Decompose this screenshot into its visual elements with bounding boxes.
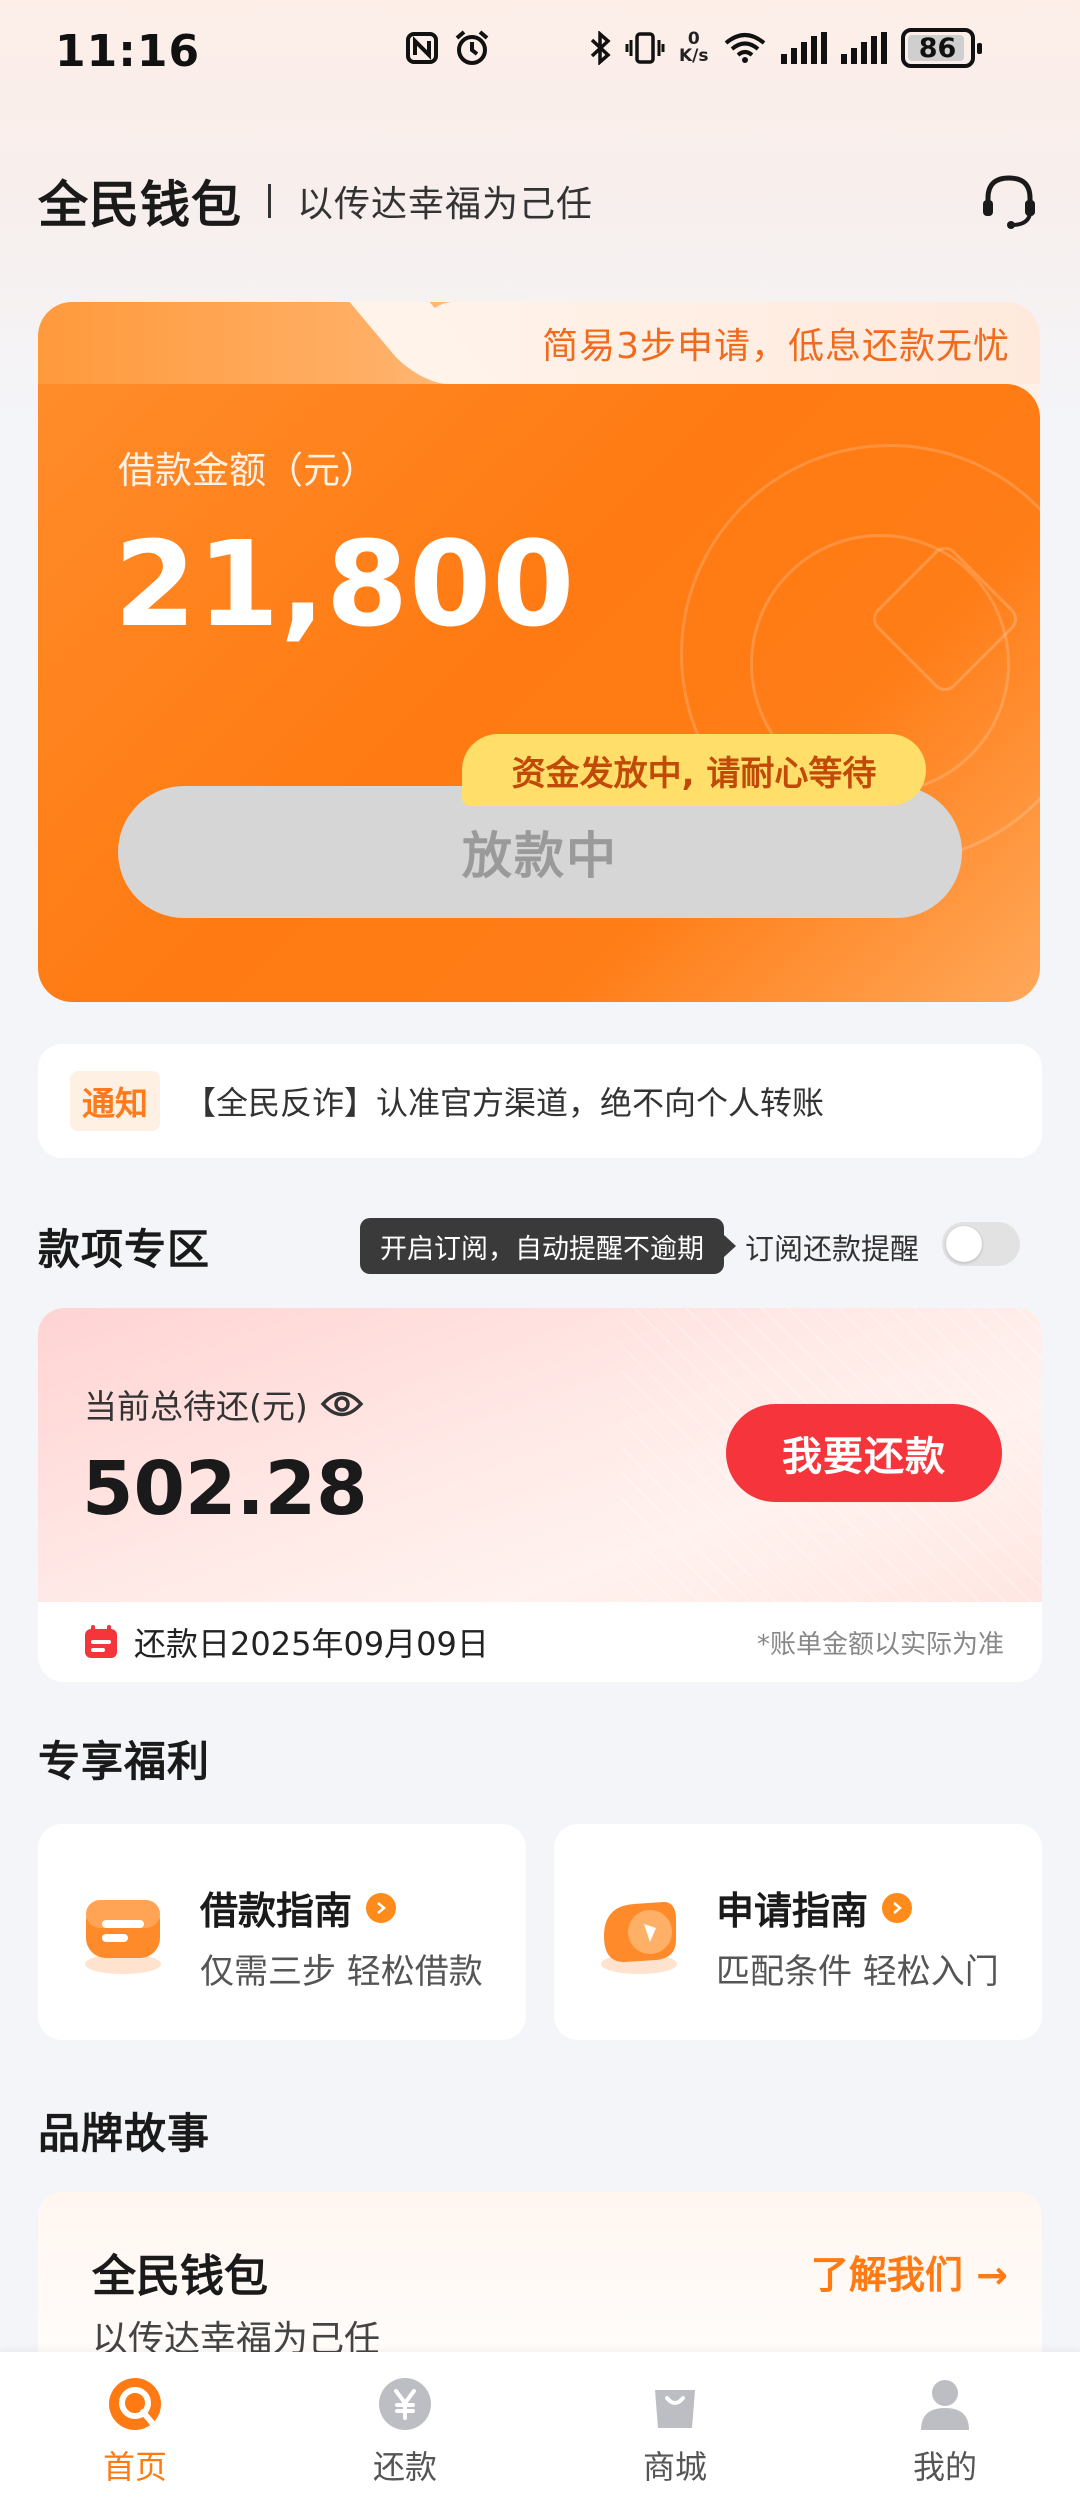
apply-guide-title-text: 申请指南 [716,1889,869,1933]
repay-date-text: 还款日2025年09月09日 [134,1625,489,1663]
subscribe-tooltip-text: 开启订阅，自动提醒不逾期 [380,1233,704,1265]
subscribe-label: 订阅还款提醒 [745,1232,920,1266]
tab-profile[interactable]: 我的 [810,2352,1080,2504]
signal-icon-1 [780,32,827,64]
network-speed: 0 K/s [679,31,709,65]
repay-note: *账单金额以实际为准 [756,1629,1004,1660]
apply-guide-title: 申请指南 [716,1880,913,1935]
brand-story-title: 品牌故事 [38,2109,211,2158]
loan-amount-value: 21,800 [114,515,576,653]
yuan-icon [375,2374,435,2434]
loan-guide-subtitle: 仅需三步 轻松借款 [200,1952,483,1992]
tab-home[interactable]: 首页 [0,2352,270,2504]
apply-guide-card[interactable]: 申请指南 匹配条件 轻松入门 [554,1824,1042,2040]
battery-level: 86 [918,32,957,64]
apply-guide-icon [601,1902,677,1974]
loan-guide-card[interactable]: 借款指南 仅需三步 轻松借款 [38,1824,526,2040]
repay-card-footer: 还款日2025年09月09日 *账单金额以实际为准 [38,1602,1042,1682]
eye-icon[interactable] [320,1389,364,1419]
disbursing-status-bubble: 资金发放中, 请耐心等待 [462,734,926,806]
tab-repay[interactable]: 还款 [270,2352,540,2504]
battery-icon: 86 [900,28,982,68]
subscribe-toggle[interactable] [942,1222,1020,1266]
repay-label: 当前总待还(元) [84,1380,364,1428]
toggle-knob [946,1226,982,1262]
wifi-icon [723,31,767,65]
payment-section-title: 款项专区 [38,1225,211,1274]
user-icon [915,2374,975,2434]
customer-service-button[interactable] [976,168,1042,234]
headset-icon [983,175,1035,229]
subscribe-tooltip: 开启订阅，自动提醒不逾期 [360,1218,736,1274]
chevron-right-icon [882,1892,913,1923]
notice-text: 【全民反诈】认准官方渠道，绝不向个人转账 [184,1084,825,1122]
loan-promo-tag: 简易3步申请，低息还款无忧 [420,302,1040,384]
tab-home-label: 首页 [102,2448,167,2486]
bottom-tab-bar: 首页 还款 商城 我的 [0,2352,1080,2504]
status-bar: 11:16 0 K/s 86 [0,0,1080,100]
loan-guide-icon [85,1900,161,1974]
bluetooth-icon [589,31,611,65]
benefits-title: 专享福利 [38,1737,211,1786]
repay-label-text: 当前总待还(元) [84,1387,308,1426]
status-time: 11:16 [55,26,201,77]
shopping-bag-icon [645,2374,705,2434]
notice-tag: 通知 [70,1071,160,1131]
brand-story-card-title: 全民钱包 [92,2251,268,2302]
tab-mall-label: 商城 [642,2448,707,2486]
tab-profile-label: 我的 [912,2448,977,2486]
status-icons: 0 K/s 86 [405,28,982,68]
repay-amount: 502.28 [82,1446,368,1532]
brand-divider [268,184,271,218]
nfc-icon [405,31,439,65]
alarm-icon [453,30,491,66]
loan-guide-title-text: 借款指南 [200,1889,353,1933]
about-us-link[interactable]: 了解我们 → [811,2244,1008,2299]
tab-mall[interactable]: 商城 [540,2352,810,2504]
vibrate-icon [625,31,665,65]
repay-button[interactable]: 我要还款 [726,1404,1002,1502]
signal-icon-2 [840,32,887,64]
repay-date: 还款日2025年09月09日 [82,1619,489,1665]
app-header: 全民钱包 以传达幸福为己任 [38,168,1042,234]
home-icon [105,2374,165,2434]
loan-amount-label: 借款金额（元） [118,449,377,492]
calendar-icon [85,1625,117,1658]
apply-guide-subtitle: 匹配条件 轻松入门 [716,1952,999,1992]
loan-promo-text: 简易3步申请，低息还款无忧 [542,326,1010,367]
speed-unit: K/s [679,46,709,66]
notice-bar[interactable]: 通知 【全民反诈】认准官方渠道，绝不向个人转账 [38,1044,1042,1158]
brand-slogan: 以传达幸福为己任 [297,184,594,225]
tab-repay-label: 还款 [372,2448,437,2486]
repay-card: 当前总待还(元) 502.28 我要还款 还款日2025年09月09日 *账单金… [38,1308,1042,1682]
loan-guide-title: 借款指南 [200,1880,397,1935]
chevron-right-icon [366,1892,397,1923]
brand-title: 全民钱包 [38,176,242,234]
